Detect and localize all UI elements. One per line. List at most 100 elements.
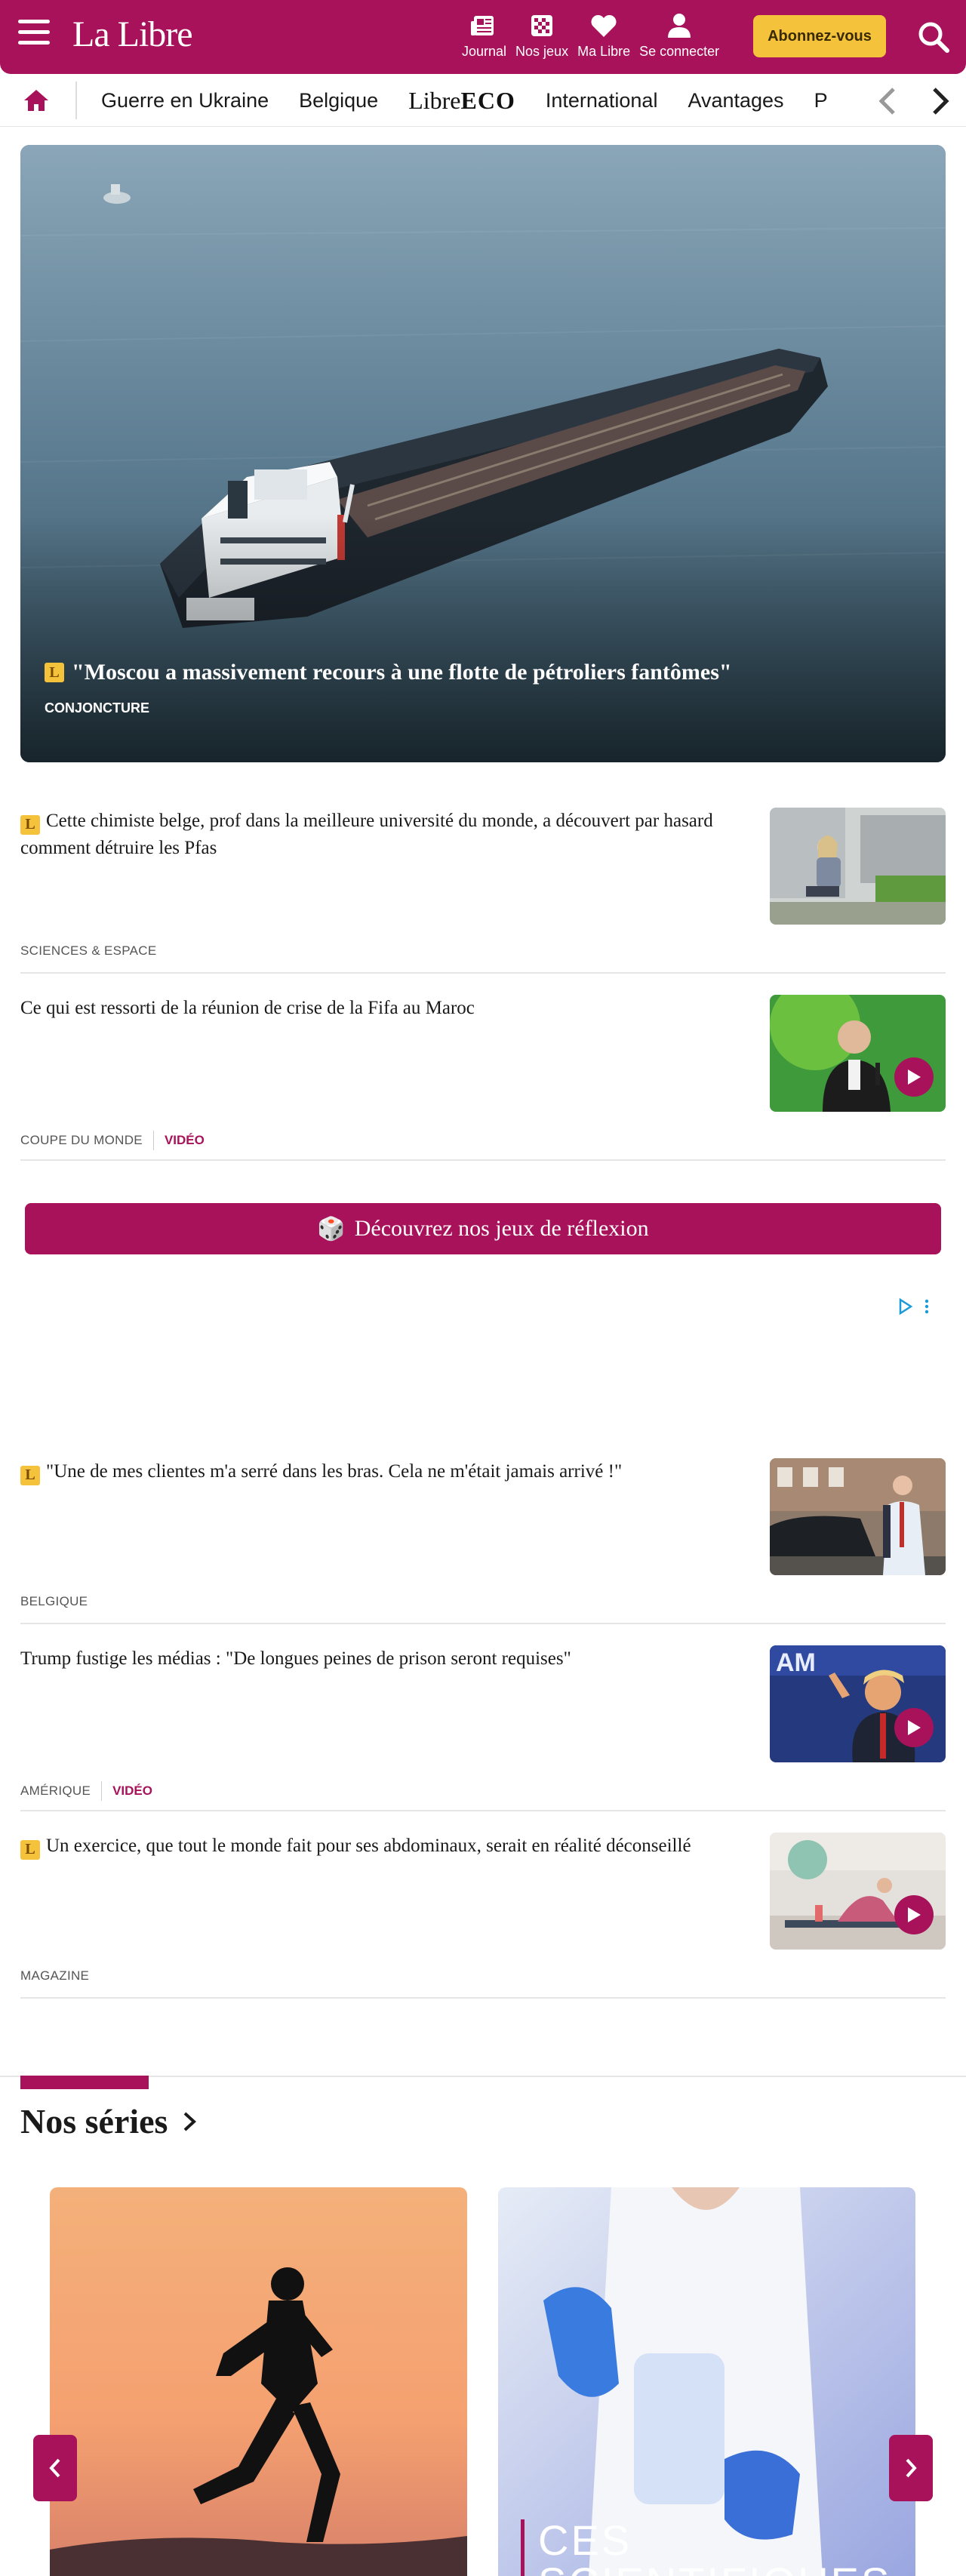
header-malibre-button[interactable]: Ma Libre [573, 11, 635, 60]
heart-icon [591, 14, 617, 37]
article-meta: COUPE DU MONDE VIDÉO [20, 1131, 205, 1150]
article-meta: MAGAZINE [20, 1968, 89, 1984]
section-accent-bar [20, 2076, 149, 2089]
premium-badge: L [45, 663, 64, 682]
nav-links: Guerre en Ukraine Belgique LibreECO Inte… [101, 74, 863, 127]
play-button[interactable] [894, 1057, 934, 1097]
hero-title[interactable]: L "Moscou a massivement recours à une fl… [45, 660, 921, 685]
article-thumbnail[interactable]: AM [770, 1645, 946, 1762]
header-actions: Journal Nos jeux Ma Libre Se connecter [457, 11, 724, 60]
premium-badge: L [20, 814, 40, 835]
hero-title-text: "Moscou a massivement recours à une flot… [72, 660, 732, 685]
chevron-left-icon [49, 2458, 60, 2478]
chevron-right-icon [906, 2458, 917, 2478]
article-meta: SCIENCES & ESPACE [20, 943, 157, 959]
chevron-right-icon[interactable] [925, 85, 955, 118]
header-journal-button[interactable]: Journal [457, 11, 511, 60]
eco-suffix: ECO [460, 86, 515, 114]
carousel-prev-button[interactable] [33, 2435, 77, 2501]
nav-divider [75, 82, 77, 119]
section-title: Nos séries [20, 2102, 168, 2141]
hero-article[interactable]: L "Moscou a massivement recours à une fl… [20, 145, 946, 762]
home-icon[interactable] [21, 88, 51, 113]
header-item-label: Journal [462, 44, 507, 59]
article-title[interactable]: L Cette chimiste belge, prof dans la meil… [20, 808, 745, 861]
subscribe-button[interactable]: Abonnez-vous [753, 15, 886, 57]
video-tag: VIDÉO [164, 1133, 205, 1147]
site-logo[interactable]: La Libre [72, 14, 193, 55]
article-category[interactable]: COUPE DU MONDE [20, 1133, 143, 1148]
play-icon [908, 1720, 921, 1735]
eco-prefix: Libre [408, 86, 461, 114]
play-icon [908, 1069, 921, 1085]
premium-badge: L [20, 1465, 40, 1485]
nav-link-libre-eco[interactable]: LibreECO [408, 87, 515, 115]
section-nav: Guerre en Ukraine Belgique LibreECO Inte… [0, 74, 966, 127]
article-meta: AMÉRIQUE VIDÉO [20, 1781, 152, 1801]
article-category[interactable]: SCIENCES & ESPACE [20, 943, 157, 959]
article-title-text: Cette chimiste belge, prof dans la meill… [20, 811, 713, 858]
article-thumbnail[interactable] [770, 1833, 946, 1950]
games-banner-button[interactable]: 🎲 Découvrez nos jeux de réflexion [25, 1203, 941, 1254]
play-button[interactable] [894, 1895, 934, 1934]
divider [20, 1997, 946, 1999]
article-title[interactable]: Trump fustige les médias : "De longues p… [20, 1645, 745, 1672]
article-category[interactable]: AMÉRIQUE [20, 1784, 91, 1799]
video-tag: VIDÉO [112, 1784, 152, 1798]
article-category[interactable]: BELGIQUE [20, 1594, 88, 1609]
nav-link-international[interactable]: International [546, 89, 658, 112]
chevron-left-icon[interactable] [872, 85, 903, 118]
ad-choices[interactable] [898, 1298, 930, 1315]
article-title[interactable]: L Un exercice, que tout le monde fait pou… [20, 1833, 745, 1860]
header-games-button[interactable]: Nos jeux [511, 11, 573, 60]
play-icon [908, 1907, 921, 1922]
header-item-label: Ma Libre [577, 44, 631, 59]
series-card[interactable] [50, 2187, 467, 2576]
header-item-label: Nos jeux [515, 44, 569, 59]
top-header: La Libre Journal Nos jeux Ma Libre Se co… [0, 0, 966, 74]
series-label-line: SCIENTIFIQUES [538, 2562, 891, 2576]
article-thumbnail[interactable] [770, 808, 946, 925]
thumbnail-image [770, 1458, 946, 1575]
carousel-next-button[interactable] [889, 2435, 933, 2501]
thumbnail-image [770, 808, 946, 925]
games-banner-label: Découvrez nos jeux de réflexion [354, 1216, 649, 1241]
series-image-runner [50, 2187, 467, 2576]
nav-link-truncated[interactable]: P [814, 89, 828, 112]
dice-icon: 🎲 [317, 1216, 346, 1242]
newspaper-icon [470, 16, 494, 35]
nav-link-avantages[interactable]: Avantages [688, 89, 783, 112]
menu-icon[interactable] [18, 20, 50, 50]
divider [20, 1810, 946, 1811]
user-icon [668, 14, 691, 38]
series-card[interactable]: CES SCIENTIFIQUES [498, 2187, 915, 2576]
divider [20, 972, 946, 974]
more-vertical-icon[interactable] [924, 1298, 930, 1315]
play-button[interactable] [894, 1708, 934, 1747]
premium-badge: L [20, 1839, 40, 1860]
article-meta: BELGIQUE [20, 1594, 88, 1609]
meta-separator [101, 1781, 103, 1801]
series-section-header[interactable]: Nos séries [20, 2101, 198, 2141]
divider [20, 1623, 946, 1624]
article-title-text: "Une de mes clientes m'a serré dans les … [46, 1461, 623, 1482]
svg-text:AM: AM [776, 1648, 816, 1677]
nav-link-belgique[interactable]: Belgique [299, 89, 378, 112]
grid-icon [531, 15, 553, 36]
series-card-label: CES SCIENTIFIQUES [521, 2519, 891, 2576]
article-thumbnail[interactable] [770, 995, 946, 1112]
header-item-label: Se connecter [639, 44, 720, 59]
article-thumbnail[interactable] [770, 1458, 946, 1575]
search-icon[interactable] [916, 20, 951, 54]
meta-separator [152, 1131, 154, 1150]
nav-link-ukraine[interactable]: Guerre en Ukraine [101, 89, 269, 112]
article-title[interactable]: Ce qui est ressorti de la réunion de cri… [20, 995, 745, 1021]
series-label-line: CES [538, 2516, 632, 2564]
hero-category[interactable]: CONJONCTURE [45, 700, 149, 716]
article-title-text: Un exercice, que tout le monde fait pour… [46, 1836, 691, 1856]
article-category[interactable]: MAGAZINE [20, 1968, 89, 1984]
article-title[interactable]: L "Une de mes clientes m'a serré dans les… [20, 1458, 745, 1485]
adchoices-icon[interactable] [898, 1298, 913, 1315]
chevron-right-icon [184, 2112, 197, 2131]
header-login-button[interactable]: Se connecter [635, 11, 724, 60]
